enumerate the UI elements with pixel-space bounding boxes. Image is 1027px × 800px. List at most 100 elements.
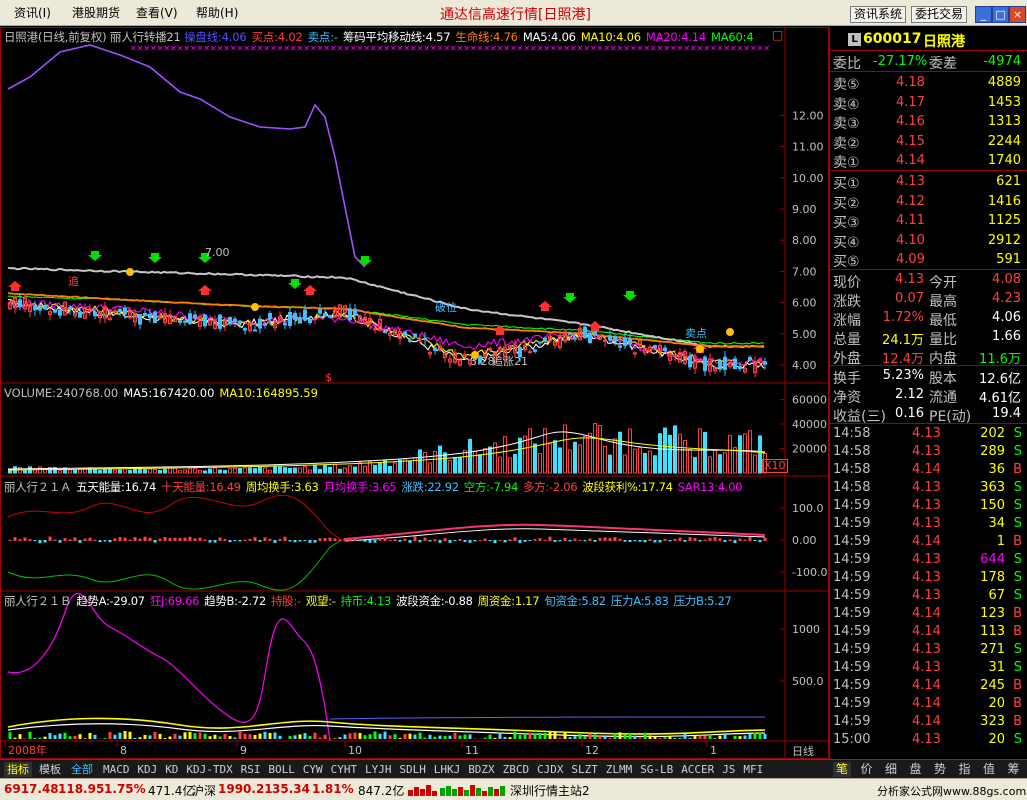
indicator-tab-zbcd[interactable]: ZBCD bbox=[500, 762, 533, 777]
ind2-bar bbox=[293, 735, 297, 739]
buy-level-2[interactable]: 买② 4.12 1416 bbox=[830, 192, 1027, 212]
panel-tab-5[interactable]: 指 bbox=[956, 762, 974, 777]
panel-tab-2[interactable]: 细 bbox=[882, 762, 900, 777]
pane-close-icon[interactable]: □ bbox=[772, 28, 783, 42]
tick-row[interactable]: 14:59 4.14 123 B bbox=[830, 605, 1027, 623]
sell-level-1[interactable]: 卖① 4.14 1740 bbox=[830, 151, 1027, 171]
candle-body bbox=[218, 314, 222, 329]
panel-tab-7[interactable]: 筹 bbox=[1005, 762, 1023, 777]
volume-bar bbox=[363, 465, 367, 474]
panel-tab-6[interactable]: 值 bbox=[980, 762, 998, 777]
volume-bar bbox=[418, 449, 422, 474]
menu-view[interactable]: 查看(V) bbox=[136, 4, 178, 21]
chart-area[interactable]: 7.00 3.28 追涨21 破位 卖点追 ✕✕✕ ✕✕✕ ✕✕✕ ✕✕✕ ✕✕✕ ✕✕✕ ✕✕✕ ✕✕… bbox=[0, 27, 829, 759]
indicator-tab-macd[interactable]: MACD bbox=[100, 762, 133, 777]
maximize-icon[interactable]: □ bbox=[992, 6, 1009, 23]
tick-t: 14:59 bbox=[833, 660, 871, 675]
indicator-tab-cyht[interactable]: CYHT bbox=[328, 762, 361, 777]
menu-news[interactable]: 资讯(I) bbox=[14, 4, 51, 21]
period-label[interactable]: 日线 bbox=[792, 743, 814, 759]
minimize-icon[interactable]: _ bbox=[975, 6, 992, 23]
indicator-tab-lyjh[interactable]: LYJH bbox=[362, 762, 395, 777]
x-tick-label: 11 bbox=[465, 744, 479, 757]
menu-hk-futures[interactable]: 港股期货 bbox=[72, 4, 120, 21]
indicator-tab-kd[interactable]: KD bbox=[162, 762, 181, 777]
indicator-tab-kdj-tdx[interactable]: KDJ-TDX bbox=[183, 762, 235, 777]
indicator-tab-模板[interactable]: 模板 bbox=[36, 762, 64, 777]
tick-row[interactable]: 14:58 4.13 202 S bbox=[830, 425, 1027, 443]
book-price: 4.10 bbox=[896, 232, 925, 248]
indicator-tab-boll[interactable]: BOLL bbox=[265, 762, 298, 777]
tick-row[interactable]: 14:59 4.14 245 B bbox=[830, 677, 1027, 695]
tick-row[interactable]: 14:59 4.14 323 B bbox=[830, 713, 1027, 731]
ind2-bar bbox=[33, 737, 37, 739]
trade-button[interactable]: 委托交易 bbox=[911, 6, 968, 23]
ind2-label-3: 趋势B:-2.72 bbox=[204, 594, 266, 608]
tick-row[interactable]: 14:59 4.13 271 S bbox=[830, 641, 1027, 659]
indicator-tab-cjdx[interactable]: CJDX bbox=[534, 762, 567, 777]
volume-bar bbox=[68, 469, 72, 474]
tick-row[interactable]: 14:59 4.13 644 S bbox=[830, 551, 1027, 569]
panel-tab-0[interactable]: 笔 bbox=[833, 762, 852, 777]
indicator-tab-全部[interactable]: 全部 bbox=[68, 762, 96, 777]
tick-row[interactable]: 14:59 4.13 34 S bbox=[830, 515, 1027, 533]
tick-row[interactable]: 14:58 4.13 363 S bbox=[830, 479, 1027, 497]
tick-row[interactable]: 14:59 4.14 1 B bbox=[830, 533, 1027, 551]
buy-level-4[interactable]: 买④ 4.10 2912 bbox=[830, 231, 1027, 251]
tick-list[interactable]: 14:58 4.13 202 S 14:58 4.13 289 S 14:58 4.14 36 B 14… bbox=[830, 425, 1027, 751]
indicator-tab-kdj[interactable]: KDJ bbox=[134, 762, 160, 777]
ind2-bar bbox=[138, 737, 142, 739]
close-icon[interactable]: × bbox=[1009, 6, 1026, 23]
signal-x-icon: ✕✕✕ bbox=[170, 44, 190, 53]
indicator-tab-js[interactable]: JS bbox=[719, 762, 738, 777]
server-name[interactable]: 深圳行情主站2 bbox=[510, 782, 590, 799]
volume-bar bbox=[653, 455, 657, 474]
main-indicator-name[interactable]: 丽人行转播21 bbox=[110, 30, 181, 44]
sell-level-4[interactable]: 卖④ 4.17 1453 bbox=[830, 93, 1027, 113]
indicator-tab-zlmm[interactable]: ZLMM bbox=[603, 762, 636, 777]
main-label-8: MA60:4 bbox=[711, 30, 754, 44]
indicator-tab-指标[interactable]: 指标 bbox=[4, 762, 32, 777]
sell-level-5[interactable]: 卖⑤ 4.18 4889 bbox=[830, 73, 1027, 93]
panel-tab-1[interactable]: 价 bbox=[858, 762, 876, 777]
ind1-bar bbox=[623, 540, 627, 542]
tick-row[interactable]: 14:59 4.13 31 S bbox=[830, 659, 1027, 677]
indicator-tab-sg-lb[interactable]: SG-LB bbox=[637, 762, 676, 777]
tick-p: 4.14 bbox=[912, 462, 941, 477]
indicator-tab-accer[interactable]: ACCER bbox=[678, 762, 717, 777]
indicator-tab-lhkj[interactable]: LHKJ bbox=[431, 762, 464, 777]
indicator-tab-bdzx[interactable]: BDZX bbox=[465, 762, 498, 777]
stock-header: L 600017 日照港 bbox=[830, 27, 1027, 51]
buy-book: 买① 4.13 621 买② 4.12 1416 买③ 4.11 1125 买④ 4.10 2912 买… bbox=[830, 172, 1027, 270]
tick-row[interactable]: 14:59 4.13 178 S bbox=[830, 569, 1027, 587]
sell-level-2[interactable]: 卖② 4.15 2244 bbox=[830, 132, 1027, 152]
panel-tab-3[interactable]: 盘 bbox=[907, 762, 925, 777]
indicator-tab-sdlh[interactable]: SDLH bbox=[396, 762, 429, 777]
news-system-button[interactable]: 资讯系统 bbox=[850, 6, 907, 23]
indicator-tab-slzt[interactable]: SLZT bbox=[568, 762, 601, 777]
volume-bar bbox=[128, 469, 132, 474]
ind2-bar bbox=[338, 737, 342, 739]
indicator-tab-rsi[interactable]: RSI bbox=[238, 762, 264, 777]
tick-row[interactable]: 14:59 4.13 150 S bbox=[830, 497, 1027, 515]
ind1-bar bbox=[43, 540, 47, 543]
indicator-tab-mfi[interactable]: MFI bbox=[740, 762, 766, 777]
tick-row[interactable]: 14:59 4.13 67 S bbox=[830, 587, 1027, 605]
indicator-tab-cyw[interactable]: CYW bbox=[300, 762, 326, 777]
tick-row[interactable]: 14:59 4.14 20 B bbox=[830, 695, 1027, 713]
menu-help[interactable]: 帮助(H) bbox=[196, 4, 238, 21]
ind1-bar bbox=[583, 540, 587, 542]
buy-level-3[interactable]: 买③ 4.11 1125 bbox=[830, 211, 1027, 231]
sell-level-3[interactable]: 卖③ 4.16 1313 bbox=[830, 112, 1027, 132]
panel-tab-4[interactable]: 势 bbox=[931, 762, 949, 777]
tick-row[interactable]: 14:59 4.14 113 B bbox=[830, 623, 1027, 641]
tick-row[interactable]: 15:00 4.13 20 S bbox=[830, 731, 1027, 749]
ind1-bar bbox=[213, 540, 217, 543]
book-price: 4.14 bbox=[896, 153, 925, 168]
buy-level-1[interactable]: 买① 4.13 621 bbox=[830, 172, 1027, 192]
tick-row[interactable]: 14:58 4.14 36 B bbox=[830, 461, 1027, 479]
volume-bar bbox=[648, 450, 652, 474]
price-tick-label: 7.00 bbox=[792, 265, 817, 278]
tick-row[interactable]: 14:58 4.13 289 S bbox=[830, 443, 1027, 461]
buy-level-5[interactable]: 买⑤ 4.09 591 bbox=[830, 250, 1027, 270]
